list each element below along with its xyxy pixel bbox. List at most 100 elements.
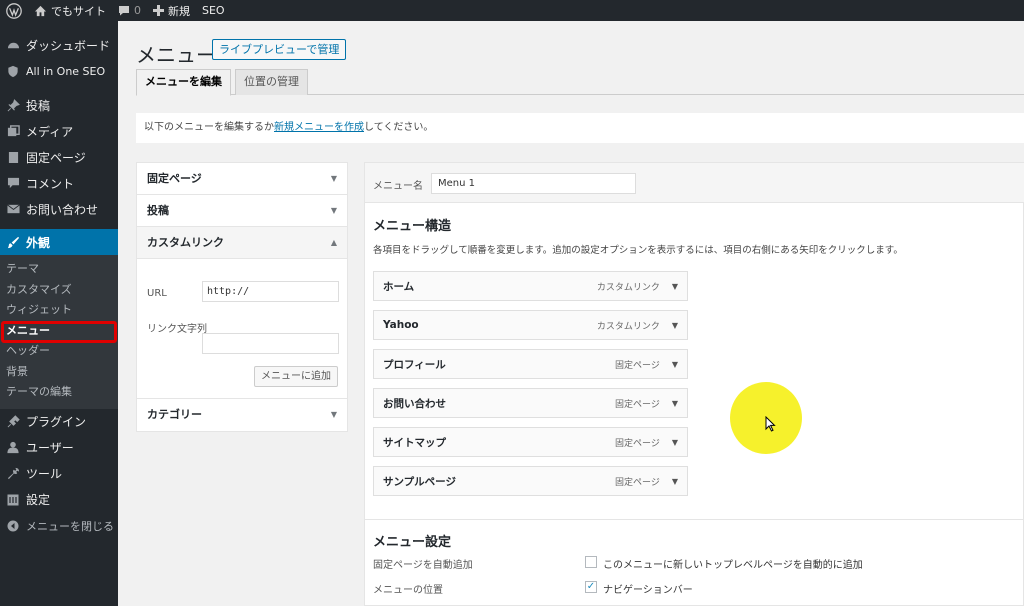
collapse-menu-label: メニューを閉じる [26, 519, 114, 533]
accordion-categories-title: カテゴリー [147, 408, 202, 421]
submenu-item-widgets[interactable]: ウィジェット [0, 300, 118, 321]
accordion-pages-title: 固定ページ [147, 171, 202, 185]
sidebar-item-settings[interactable]: 設定 [0, 487, 118, 513]
sidebar-item-label: ツール [26, 467, 63, 481]
wrench-icon [6, 467, 20, 481]
sidebar-item-users[interactable]: ユーザー [0, 435, 118, 461]
add-menu-items-panel: 固定ページ ▼ 投稿 ▼ カスタムリンク ▲ URL http:// リンク文字… [136, 162, 348, 432]
menu-item-type: カスタムリンク [596, 282, 660, 293]
submenu-item-themes[interactable]: テーマ [0, 259, 118, 280]
accordion-categories[interactable]: カテゴリー ▼ [137, 399, 347, 431]
plus-icon [153, 5, 164, 16]
triangle-down-icon[interactable]: ▼ [672, 321, 678, 330]
submenu-item-customize[interactable]: カスタマイズ [0, 280, 118, 301]
brush-icon [6, 235, 20, 249]
sidebar-item-plugins[interactable]: プラグイン [0, 409, 118, 435]
menu-item[interactable]: Yahoo カスタムリンク ▼ [373, 310, 688, 340]
sidebar-item-label: 固定ページ [26, 150, 86, 165]
navbar-location-checkbox[interactable]: ✓ [585, 581, 597, 593]
sidebar-item-pages[interactable]: 固定ページ [0, 144, 118, 170]
menu-management-panel: メニュー名 Menu 1 メニュー構造 各項目をドラッグして順番を変更します。追… [364, 162, 1024, 606]
comments-link[interactable]: 0 [112, 0, 147, 21]
triangle-down-icon[interactable]: ▼ [672, 360, 678, 369]
highlight-box [1, 320, 117, 343]
new-label: 新規 [168, 4, 190, 18]
new-content-link[interactable]: 新規 [147, 0, 196, 21]
menu-item-type: 固定ページ [615, 360, 660, 371]
accordion-pages[interactable]: 固定ページ ▼ [137, 163, 347, 195]
page-icon [6, 150, 20, 164]
comment-icon [6, 176, 20, 190]
plugin-icon [6, 415, 20, 429]
nav-tabs: メニューを編集 位置の管理 [136, 69, 1024, 96]
site-name: でもサイト [51, 4, 106, 18]
sidebar-item-comments[interactable]: コメント [0, 170, 118, 196]
mouse-pointer-icon [765, 415, 776, 435]
sidebar-item-label: 外観 [26, 235, 51, 250]
submenu-item-theme-editor[interactable]: テーマの編集 [0, 382, 118, 403]
pin-icon [6, 98, 20, 112]
menu-item[interactable]: お問い合わせ 固定ページ ▼ [373, 388, 688, 418]
menu-item[interactable]: プロフィール 固定ページ ▼ [373, 349, 688, 379]
submenu-item-header[interactable]: ヘッダー [0, 341, 118, 362]
sidebar-item-seo[interactable]: All in One SEO [0, 58, 118, 84]
triangle-down-icon: ▼ [330, 410, 337, 419]
triangle-down-icon[interactable]: ▼ [672, 477, 678, 486]
sidebar-item-label: メディア [26, 124, 74, 139]
tab-manage-locations[interactable]: 位置の管理 [235, 69, 308, 95]
menu-item-type: カスタムリンク [596, 321, 660, 332]
sidebar-item-label: All in One SEO [26, 64, 106, 78]
url-input[interactable]: http:// [202, 281, 339, 302]
menu-item-title: サンプルページ [383, 475, 456, 488]
wordpress-logo-icon[interactable] [0, 0, 28, 21]
comments-count: 0 [134, 4, 141, 17]
custom-links-body: URL http:// リンク文字列 メニューに追加 [137, 259, 347, 399]
auto-add-pages-checkbox[interactable] [585, 556, 597, 568]
seo-shield-icon [6, 64, 20, 78]
live-preview-button[interactable]: ライブプレビューで管理 [212, 39, 347, 60]
accordion-posts-title: 投稿 [147, 203, 169, 217]
link-text-input[interactable] [202, 333, 339, 354]
checkmark-icon: ✓ [586, 581, 596, 592]
admin-bar: でもサイト 0 新規 SEO [0, 0, 1024, 21]
sidebar-item-media[interactable]: メディア [0, 118, 118, 144]
navbar-location-option[interactable]: ナビゲーションバー [603, 581, 693, 596]
collapse-menu-button[interactable]: メニューを閉じる [0, 513, 118, 539]
accordion-custom-links[interactable]: カスタムリンク ▲ [137, 227, 347, 259]
main-content: メニュー ライブプレビューで管理 メニューを編集 位置の管理 以下のメニューを編… [118, 21, 1024, 606]
menu-item-title: サイトマップ [383, 436, 446, 449]
sidebar-item-tools[interactable]: ツール [0, 461, 118, 487]
add-to-menu-button[interactable]: メニューに追加 [254, 366, 338, 387]
accordion-custom-links-title: カスタムリンク [147, 235, 224, 249]
url-label: URL [147, 288, 167, 299]
seo-label: SEO [202, 4, 225, 17]
tab-edit-menus[interactable]: メニューを編集 [136, 69, 231, 96]
menu-structure-title: メニュー構造 [373, 219, 452, 234]
mail-icon [6, 202, 20, 216]
sidebar-item-dashboard[interactable]: ダッシュボード [0, 32, 118, 58]
sidebar-item-posts[interactable]: 投稿 [0, 92, 118, 118]
menu-location-label: メニューの位置 [373, 585, 443, 596]
seo-link[interactable]: SEO [196, 0, 231, 21]
submenu-item-background[interactable]: 背景 [0, 362, 118, 383]
triangle-down-icon[interactable]: ▼ [672, 438, 678, 447]
menu-name-input[interactable]: Menu 1 [431, 173, 636, 194]
menu-item[interactable]: ホーム カスタムリンク ▼ [373, 271, 688, 301]
notice-text-pre: 以下のメニューを編集するか [144, 122, 274, 133]
menu-item[interactable]: サンプルページ 固定ページ ▼ [373, 466, 688, 496]
triangle-down-icon[interactable]: ▼ [672, 282, 678, 291]
sidebar-item-appearance[interactable]: 外観 [0, 229, 118, 255]
create-new-menu-link[interactable]: 新規メニューを作成 [274, 122, 364, 133]
menu-item[interactable]: サイトマップ 固定ページ ▼ [373, 427, 688, 457]
menu-item-title: プロフィール [383, 358, 446, 371]
submenu-item-menus[interactable]: メニュー [0, 320, 118, 343]
site-name-link[interactable]: でもサイト [28, 0, 112, 21]
notice-text-post: してください。 [364, 122, 434, 133]
dashboard-icon [6, 38, 20, 52]
auto-add-pages-label: 固定ページを自動追加 [373, 560, 473, 571]
triangle-down-icon[interactable]: ▼ [672, 399, 678, 408]
accordion-posts[interactable]: 投稿 ▼ [137, 195, 347, 227]
sidebar-item-contact[interactable]: お問い合わせ [0, 196, 118, 222]
menu-item-title: Yahoo [383, 319, 419, 331]
auto-add-pages-option[interactable]: このメニューに新しいトップレベルページを自動的に追加 [603, 556, 863, 571]
